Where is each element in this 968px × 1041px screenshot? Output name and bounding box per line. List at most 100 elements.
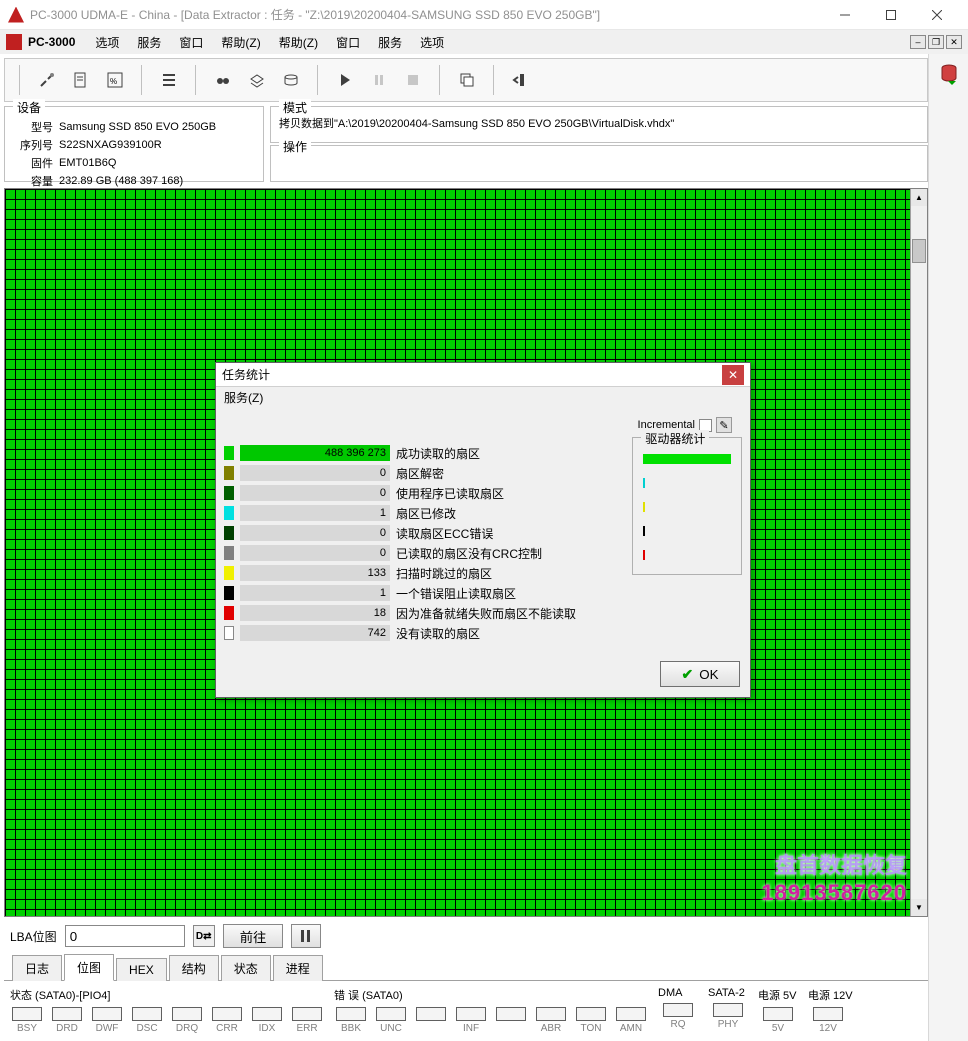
menu-item[interactable]: 服务 <box>129 32 169 53</box>
status-led: DSC <box>130 1007 164 1034</box>
device-row: 型号Samsung SSD 850 EVO 250GB <box>15 119 220 135</box>
dialog-titlebar[interactable]: 任务统计 ✕ <box>216 363 750 387</box>
mdi-restore-button[interactable]: ❐ <box>928 35 944 49</box>
mdi-close-button[interactable]: ✕ <box>946 35 962 49</box>
database-dock-icon[interactable] <box>935 60 963 88</box>
stat-row: 0 读取扇区ECC错误 <box>224 523 622 543</box>
status-led: ERR <box>290 1007 324 1034</box>
window-controls <box>822 0 960 30</box>
stat-swatch <box>224 606 234 620</box>
device-row: 序列号S22SNXAG939100R <box>15 137 220 153</box>
maximize-button[interactable] <box>868 0 914 30</box>
menu-item[interactable]: 选项 <box>87 32 127 53</box>
driver-stat-legend: 驱动器统计 <box>641 430 709 447</box>
stat-bar: 0 <box>240 465 390 481</box>
menu-item[interactable]: 帮助(Z) <box>271 32 326 53</box>
statistics-list: 488 396 273 成功读取的扇区 0 扇区解密 0 使用程序已读取扇区 1… <box>224 437 622 643</box>
dialog-menu[interactable]: 服务(Z) <box>216 387 750 409</box>
scroll-down-button[interactable]: ▼ <box>911 899 927 916</box>
status-led <box>414 1007 448 1034</box>
menu-bar: PC-3000 选项服务窗口帮助(Z)帮助(Z)窗口服务选项 – ❐ ✕ <box>0 30 968 54</box>
status-group: 电源 5V 5V <box>758 987 798 1039</box>
status-led: BSY <box>10 1007 44 1034</box>
operation-panel: 操作 <box>270 145 928 182</box>
driver-bar <box>643 454 731 464</box>
stat-desc: 读取扇区ECC错误 <box>396 525 493 542</box>
stat-row: 0 使用程序已读取扇区 <box>224 483 622 503</box>
stat-desc: 没有读取的扇区 <box>396 625 480 642</box>
device-legend: 设备 <box>13 99 45 116</box>
dialog-close-button[interactable]: ✕ <box>722 365 744 385</box>
stat-row: 1 一个错误阻止读取扇区 <box>224 583 622 603</box>
driver-bar <box>643 502 731 512</box>
lba-format-toggle[interactable]: D⇄ <box>193 925 215 947</box>
right-dock <box>928 54 968 1041</box>
task-statistics-dialog: 任务统计 ✕ 服务(Z) Incremental ✎ 488 396 273 成… <box>215 362 751 698</box>
driver-bar <box>643 550 731 560</box>
status-group: DMA RQ <box>658 987 698 1039</box>
driver-bar <box>643 526 731 536</box>
stat-row: 18 因为准备就绪失败而扇区不能读取 <box>224 603 622 623</box>
main-toolbar: % <box>4 58 928 102</box>
layers-icon[interactable] <box>243 66 271 94</box>
status-led: BBK <box>334 1007 368 1034</box>
stat-row: 488 396 273 成功读取的扇区 <box>224 443 622 463</box>
stat-bar: 488 396 273 <box>240 445 390 461</box>
menu-item[interactable]: 选项 <box>412 32 452 53</box>
status-group-title: 错 误 (SATA0) <box>334 987 648 1003</box>
stat-desc: 因为准备就绪失败而扇区不能读取 <box>396 605 576 622</box>
pause-button[interactable] <box>365 66 393 94</box>
device-table: 型号Samsung SSD 850 EVO 250GB 序列号S22SNXAG93… <box>13 117 222 191</box>
tab-进程[interactable]: 进程 <box>273 955 323 981</box>
tab-位图[interactable]: 位图 <box>64 954 114 981</box>
status-led: DRD <box>50 1007 84 1034</box>
scroll-thumb[interactable] <box>912 239 926 263</box>
edit-icon[interactable]: ✎ <box>716 417 732 433</box>
tab-状态[interactable]: 状态 <box>221 955 271 981</box>
tab-HEX[interactable]: HEX <box>116 958 167 981</box>
status-led: DRQ <box>170 1007 204 1034</box>
stat-bar: 0 <box>240 545 390 561</box>
device-row: 容量232.89 GB (488 397 168) <box>15 173 220 189</box>
stat-swatch <box>224 466 234 480</box>
tools-icon[interactable] <box>33 66 61 94</box>
tab-结构[interactable]: 结构 <box>169 955 219 981</box>
percent-icon[interactable]: % <box>101 66 129 94</box>
app-icon <box>8 7 24 23</box>
status-led: DWF <box>90 1007 124 1034</box>
close-button[interactable] <box>914 0 960 30</box>
driver-stat-panel: 驱动器统计 <box>632 437 742 575</box>
lba-pause-button[interactable] <box>291 924 321 948</box>
status-group-title: 状态 (SATA0)-[PIO4] <box>10 987 324 1003</box>
lba-label: LBA位图 <box>10 928 57 945</box>
stat-swatch <box>224 566 234 580</box>
stat-bar: 742 <box>240 625 390 641</box>
status-group: 状态 (SATA0)-[PIO4] BSYDRDDWFDSCDRQCRRIDXE… <box>10 987 324 1039</box>
ok-button[interactable]: ✔OK <box>660 661 740 687</box>
bitmap-scrollbar[interactable]: ▲ ▼ <box>910 189 927 916</box>
lba-row: LBA位图 D⇄ 前往 <box>4 921 928 951</box>
operation-legend: 操作 <box>279 138 311 155</box>
go-button[interactable]: 前往 <box>223 924 284 948</box>
menu-item[interactable]: 窗口 <box>171 32 211 53</box>
scroll-up-button[interactable]: ▲ <box>911 189 927 206</box>
binoculars-icon[interactable] <box>209 66 237 94</box>
menu-item[interactable]: 窗口 <box>328 32 368 53</box>
menu-item[interactable]: 帮助(Z) <box>213 32 268 53</box>
page-icon[interactable] <box>67 66 95 94</box>
lba-input[interactable] <box>65 925 185 947</box>
stop-button[interactable] <box>399 66 427 94</box>
stat-desc: 扫描时跳过的扇区 <box>396 565 492 582</box>
play-button[interactable] <box>331 66 359 94</box>
mdi-minimize-button[interactable]: – <box>910 35 926 49</box>
stat-bar: 0 <box>240 525 390 541</box>
disk-icon[interactable] <box>277 66 305 94</box>
menu-item[interactable]: 服务 <box>370 32 410 53</box>
stat-row: 133 扫描时跳过的扇区 <box>224 563 622 583</box>
tab-日志[interactable]: 日志 <box>12 955 62 981</box>
exit-icon[interactable] <box>507 66 535 94</box>
list-icon[interactable] <box>155 66 183 94</box>
status-strip: 状态 (SATA0)-[PIO4] BSYDRDDWFDSCDRQCRRIDXE… <box>4 985 928 1041</box>
copy-icon[interactable] <box>453 66 481 94</box>
minimize-button[interactable] <box>822 0 868 30</box>
